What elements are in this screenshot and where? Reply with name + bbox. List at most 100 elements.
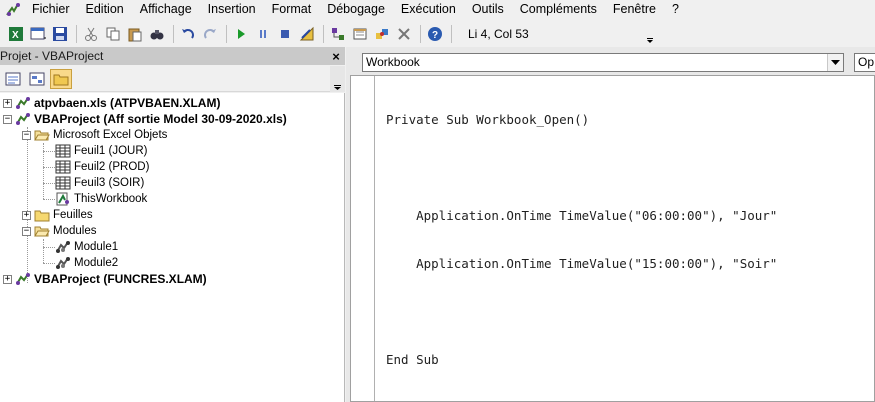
- project-explorer-titlebar: Projet - VBAProject ×: [0, 47, 345, 65]
- tree-item-label: Module2: [74, 257, 119, 269]
- vba-app-icon[interactable]: [4, 1, 24, 19]
- vba-project-icon: [15, 112, 31, 126]
- open-folder-icon: [34, 128, 50, 142]
- tree-item-feuil3[interactable]: Feuil3 (SOIR): [55, 175, 144, 191]
- tree-item-label: VBAProject (FUNCRES.XLAM): [34, 272, 207, 286]
- tree-item-label: Modules: [53, 225, 97, 237]
- scrollbar[interactable]: [330, 66, 345, 92]
- object-combo-value: Workbook: [366, 55, 420, 69]
- reset-icon[interactable]: [275, 24, 295, 44]
- tree-item-modules[interactable]: − Modules: [22, 223, 96, 239]
- project-tree: + atpvbaen.xls (ATPVBAEN.XLAM) − VBAProj…: [0, 93, 345, 402]
- collapse-icon[interactable]: −: [22, 226, 31, 236]
- chevron-down-icon[interactable]: [827, 54, 843, 71]
- workbook-icon: [55, 192, 71, 206]
- vba-project-icon: [15, 96, 31, 110]
- view-object-icon[interactable]: [26, 69, 48, 89]
- tree-item-excel-objects[interactable]: − Microsoft Excel Objets: [22, 127, 167, 143]
- menu-fenetre[interactable]: Fenêtre: [605, 0, 664, 20]
- properties-icon[interactable]: [350, 24, 370, 44]
- tree-item-feuil1[interactable]: Feuil1 (JOUR): [55, 143, 147, 159]
- menu-complements[interactable]: Compléments: [512, 0, 605, 20]
- menu-insertion[interactable]: Insertion: [200, 0, 264, 20]
- menu-format[interactable]: Format: [264, 0, 320, 20]
- tree-item-thisworkbook[interactable]: ThisWorkbook: [55, 191, 148, 207]
- project-explorer-toolbar: [0, 66, 345, 92]
- project-explorer-title: Projet - VBAProject: [0, 49, 104, 63]
- code-text[interactable]: Private Sub Workbook_Open() Application.…: [386, 80, 777, 400]
- tree-item-label: VBAProject (Aff sortie Model 30-09-2020.…: [34, 112, 287, 126]
- module-icon: [55, 240, 71, 254]
- toolbar-separator: [173, 25, 174, 43]
- module-icon: [55, 256, 71, 270]
- design-mode-icon[interactable]: [297, 24, 317, 44]
- margin-indicator-bar[interactable]: [351, 76, 375, 401]
- tree-connector: [43, 167, 55, 168]
- tree-item-vbaproject-aff[interactable]: − VBAProject (Aff sortie Model 30-09-202…: [3, 111, 287, 127]
- undo-icon[interactable]: [178, 24, 198, 44]
- save-icon[interactable]: [50, 24, 70, 44]
- toolbar-separator: [76, 25, 77, 43]
- menu-debogage[interactable]: Débogage: [319, 0, 393, 20]
- tree-item-module2[interactable]: Module2: [55, 255, 118, 271]
- code-editor[interactable]: Private Sub Workbook_Open() Application.…: [350, 75, 875, 402]
- cut-icon[interactable]: [81, 24, 101, 44]
- toolbar-separator: [226, 25, 227, 43]
- menu-outils[interactable]: Outils: [464, 0, 512, 20]
- procedure-combo[interactable]: Op: [854, 53, 875, 72]
- code-line: End Sub: [386, 352, 439, 367]
- tree-connector: [43, 199, 55, 200]
- toolbox-icon[interactable]: [394, 24, 414, 44]
- menu-execution[interactable]: Exécution: [393, 0, 464, 20]
- svg-text:?: ?: [432, 30, 438, 41]
- tree-item-module1[interactable]: Module1: [55, 239, 118, 255]
- tree-item-feuil2[interactable]: Feuil2 (PROD): [55, 159, 149, 175]
- expand-icon[interactable]: +: [3, 98, 12, 108]
- svg-text:X: X: [12, 30, 19, 41]
- worksheet-icon: [55, 144, 71, 158]
- tree-item-feuilles[interactable]: + Feuilles: [22, 207, 93, 223]
- tree-item-label: ThisWorkbook: [74, 191, 148, 207]
- view-code-icon[interactable]: [2, 69, 24, 89]
- object-browser-icon[interactable]: [372, 24, 392, 44]
- tree-item-funcres[interactable]: + VBAProject (FUNCRES.XLAM): [3, 271, 207, 287]
- collapse-icon[interactable]: −: [3, 114, 12, 124]
- standard-toolbar: X ? Li 4, Col 53: [0, 22, 660, 46]
- tree-item-label: atpvbaen.xls (ATPVBAEN.XLAM): [34, 96, 221, 110]
- insert-userform-icon[interactable]: [28, 24, 48, 44]
- tree-connector: [43, 183, 55, 184]
- toolbar-options-icon[interactable]: [646, 24, 654, 44]
- tree-item-atpvbaen[interactable]: + atpvbaen.xls (ATPVBAEN.XLAM): [3, 95, 220, 111]
- project-explorer-icon[interactable]: [328, 24, 348, 44]
- expand-icon[interactable]: +: [22, 210, 31, 220]
- menu-affichage[interactable]: Affichage: [132, 0, 200, 20]
- tree-item-label: Feuil1 (JOUR): [74, 145, 148, 157]
- break-icon[interactable]: [253, 24, 273, 44]
- redo-icon[interactable]: [200, 24, 220, 44]
- vba-project-icon: [15, 272, 31, 286]
- worksheet-icon: [55, 176, 71, 190]
- tree-connector: [43, 263, 55, 264]
- collapse-icon[interactable]: −: [22, 130, 31, 140]
- open-folder-icon: [34, 224, 50, 238]
- run-icon[interactable]: [231, 24, 251, 44]
- menu-fichier[interactable]: Fichier: [24, 0, 78, 20]
- paste-icon[interactable]: [125, 24, 145, 44]
- find-icon[interactable]: [147, 24, 167, 44]
- code-line: Private Sub Workbook_Open(): [386, 112, 590, 127]
- toggle-folders-icon[interactable]: [50, 68, 72, 89]
- tree-item-label: Feuil3 (SOIR): [74, 177, 145, 189]
- tree-item-label: Feuil2 (PROD): [74, 161, 150, 173]
- copy-icon[interactable]: [103, 24, 123, 44]
- excel-icon[interactable]: X: [6, 24, 26, 44]
- code-line: Application.OnTime TimeValue("06:00:00")…: [386, 208, 778, 223]
- expand-icon[interactable]: +: [3, 274, 12, 284]
- menu-help[interactable]: ?: [664, 0, 687, 20]
- menu-edition[interactable]: Edition: [78, 0, 132, 20]
- help-icon[interactable]: ?: [425, 24, 445, 44]
- object-combo[interactable]: Workbook: [362, 53, 844, 72]
- tree-item-label: Feuilles: [53, 209, 93, 221]
- close-icon[interactable]: ×: [329, 49, 343, 64]
